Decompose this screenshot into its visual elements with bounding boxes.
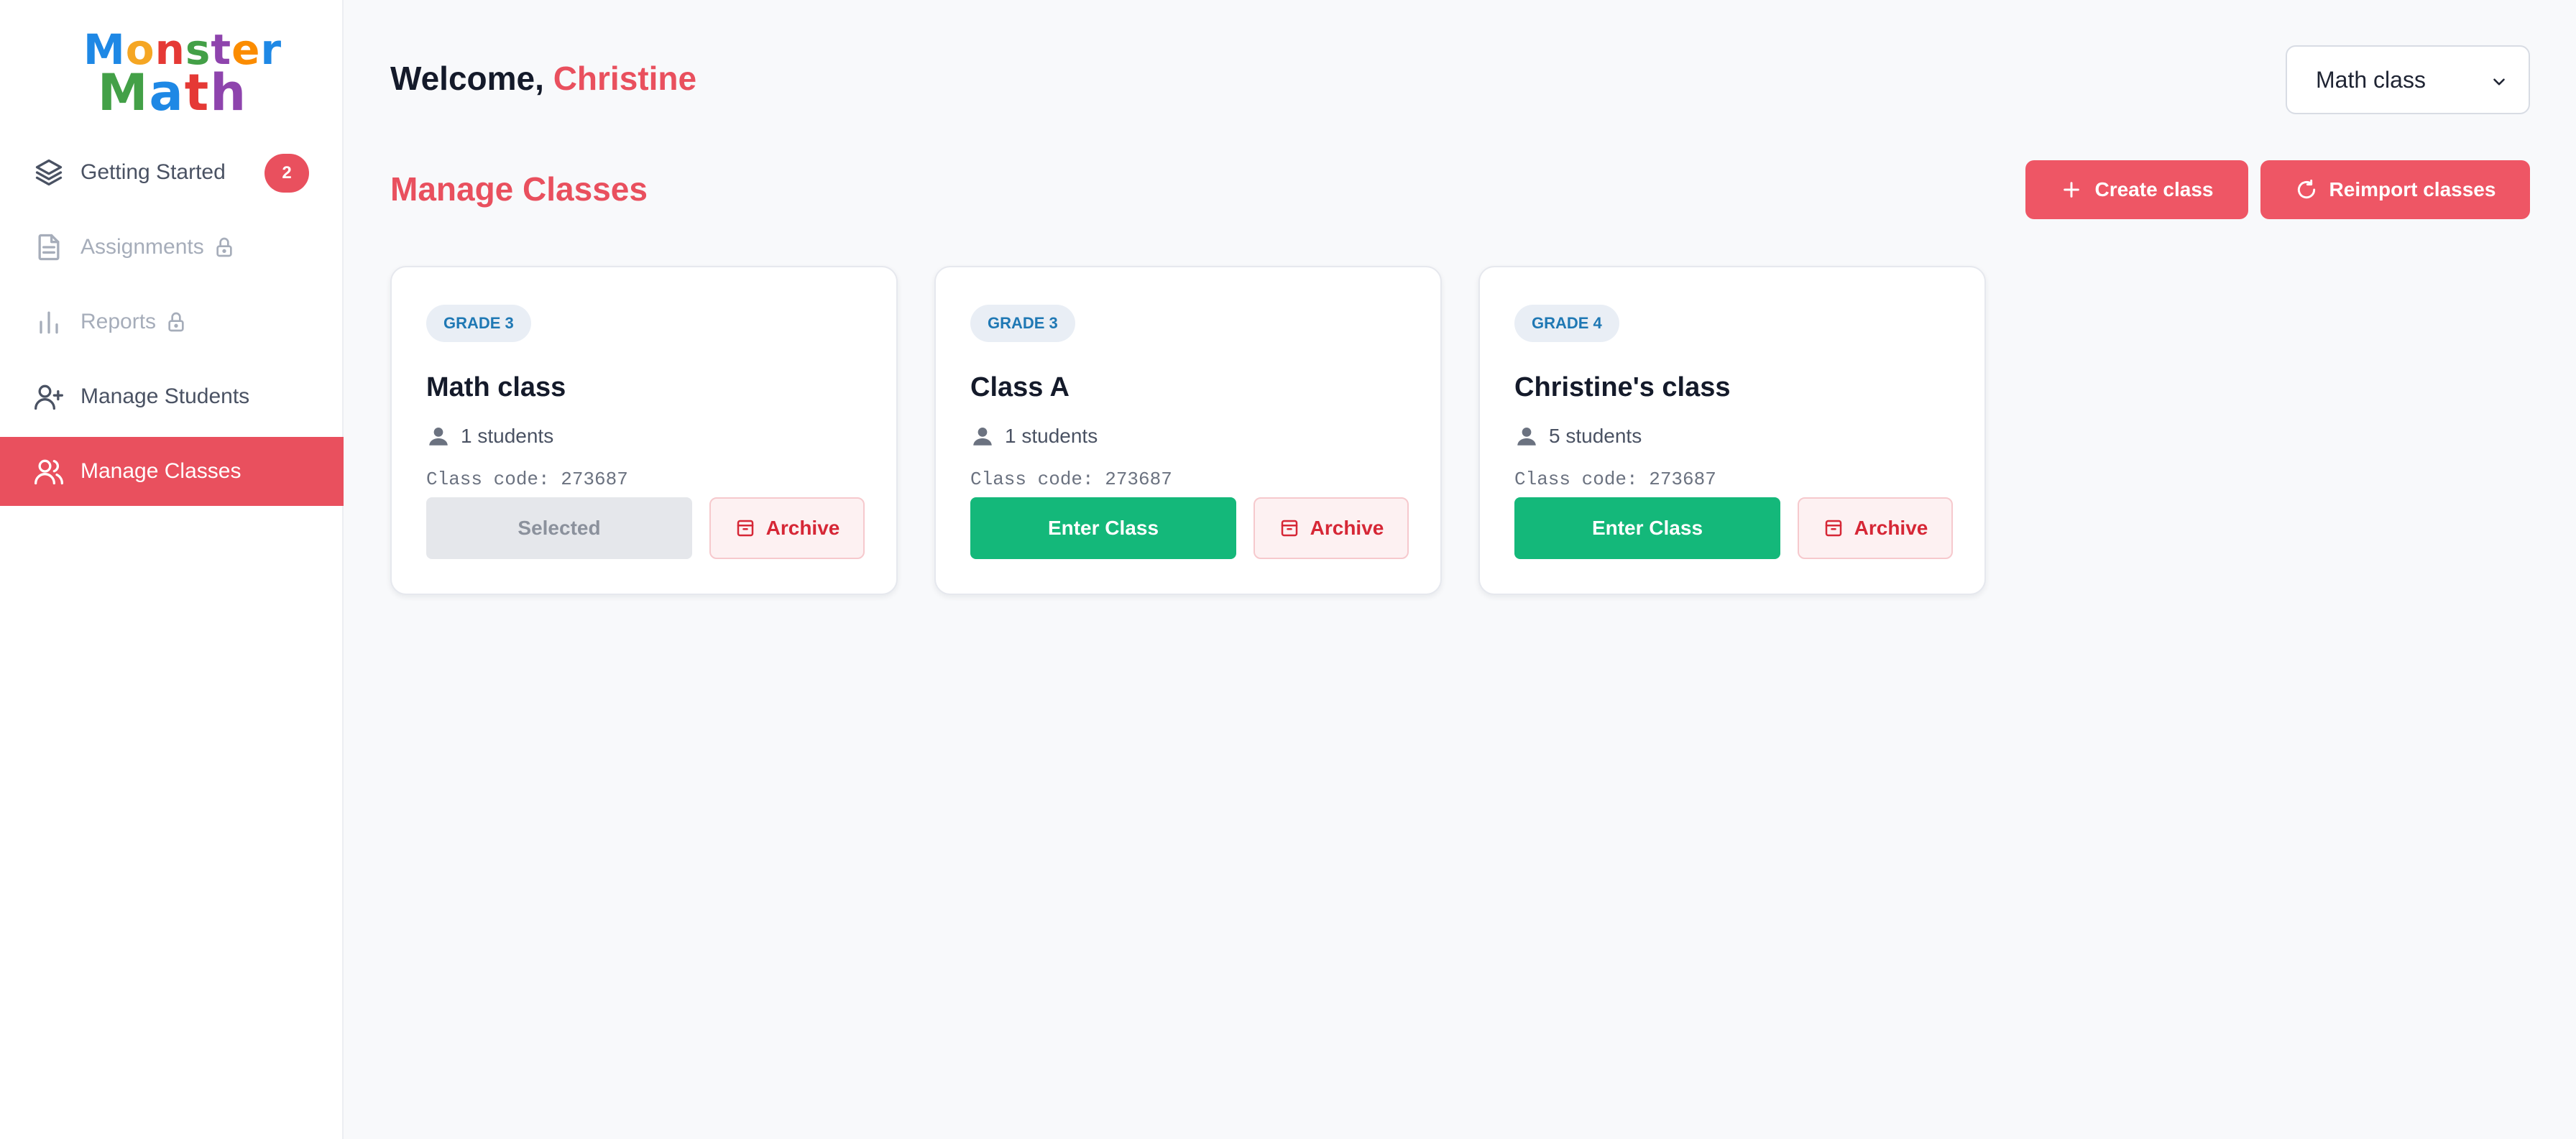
logo-letter: a <box>149 63 185 122</box>
user-plus-icon <box>33 381 65 412</box>
archive-button[interactable]: Archive <box>1254 497 1409 559</box>
app-root: Monster Math Getting Started 2 Assignmen… <box>0 0 2576 1139</box>
class-name: Christine's class <box>1514 372 1731 402</box>
person-icon <box>970 424 995 448</box>
class-select[interactable]: Math class <box>2286 45 2530 114</box>
sidebar-item-reports[interactable]: Reports <box>0 287 344 356</box>
student-count: 5 students <box>1514 424 1642 448</box>
layers-icon <box>33 157 65 188</box>
student-count: 1 students <box>970 424 1098 448</box>
student-count-label: 5 students <box>1549 425 1642 447</box>
notification-badge: 2 <box>264 154 309 193</box>
sidebar-item-label: Assignments <box>80 235 204 259</box>
person-icon <box>1514 424 1539 448</box>
archive-label: Archive <box>765 517 840 539</box>
sidebar-item-label: Manage Classes <box>80 459 242 483</box>
grade-badge: GRADE 3 <box>426 305 531 342</box>
class-code: Class code: 273687 <box>1514 469 1716 490</box>
enter-class-button[interactable]: Enter Class <box>1514 497 1780 559</box>
archive-label: Archive <box>1310 517 1384 539</box>
selected-button: Selected <box>426 497 692 559</box>
monster-math-logo[interactable]: Monster Math <box>83 29 281 118</box>
logo-letter: h <box>210 63 248 122</box>
lock-icon <box>165 310 188 333</box>
refresh-icon <box>2295 178 2318 201</box>
class-card: GRADE 3 Math class 1 students Class code… <box>390 266 898 595</box>
welcome-heading: Welcome, Christine <box>390 59 696 98</box>
student-count: 1 students <box>426 424 553 448</box>
student-count-label: 1 students <box>1005 425 1098 447</box>
sidebar: Monster Math Getting Started 2 Assignmen… <box>0 0 344 1139</box>
person-icon <box>426 424 451 448</box>
archive-button[interactable]: Archive <box>709 497 865 559</box>
sidebar-item-assignments[interactable]: Assignments <box>0 213 344 282</box>
archive-icon <box>735 517 756 539</box>
reimport-classes-button[interactable]: Reimport classes <box>2260 160 2530 219</box>
sidebar-nav: Getting Started 2 Assignments Reports Ma… <box>0 138 344 512</box>
archive-icon <box>1279 517 1300 539</box>
enter-class-button[interactable]: Enter Class <box>970 497 1236 559</box>
create-class-label: Create class <box>2094 178 2214 200</box>
class-select-value: Math class <box>2316 66 2426 93</box>
logo-letter: r <box>260 25 282 74</box>
chevron-down-icon <box>2490 70 2508 89</box>
class-name: Class A <box>970 372 1070 402</box>
reimport-classes-label: Reimport classes <box>2329 178 2496 200</box>
sidebar-item-manage-students[interactable]: Manage Students <box>0 362 344 431</box>
user-name: Christine <box>553 60 697 97</box>
logo-letter: M <box>97 63 150 122</box>
class-code: Class code: 273687 <box>426 469 628 490</box>
page-title: Manage Classes <box>390 170 648 208</box>
create-class-button[interactable]: Create class <box>2025 160 2248 219</box>
lock-icon <box>213 236 236 259</box>
archive-button[interactable]: Archive <box>1798 497 1953 559</box>
grade-badge: GRADE 4 <box>1514 305 1619 342</box>
users-icon <box>33 456 65 487</box>
document-icon <box>33 231 65 263</box>
class-card: GRADE 4 Christine's class 5 students Cla… <box>1478 266 1986 595</box>
sidebar-item-label: Manage Students <box>80 384 250 408</box>
sidebar-item-label: Reports <box>80 310 157 333</box>
welcome-prefix: Welcome, <box>390 60 544 97</box>
sidebar-item-manage-classes[interactable]: Manage Classes <box>0 437 344 506</box>
class-code: Class code: 273687 <box>970 469 1172 490</box>
plus-icon <box>2060 178 2083 201</box>
class-name: Math class <box>426 372 566 402</box>
bar-chart-icon <box>33 306 65 338</box>
student-count-label: 1 students <box>461 425 554 447</box>
logo-letter: t <box>184 63 211 122</box>
class-card: GRADE 3 Class A 1 students Class code: 2… <box>934 266 1442 595</box>
archive-icon <box>1823 517 1844 539</box>
archive-label: Archive <box>1854 517 1928 539</box>
grade-badge: GRADE 3 <box>970 305 1075 342</box>
sidebar-item-label: Getting Started <box>80 160 226 184</box>
sidebar-item-getting-started[interactable]: Getting Started 2 <box>0 138 344 207</box>
